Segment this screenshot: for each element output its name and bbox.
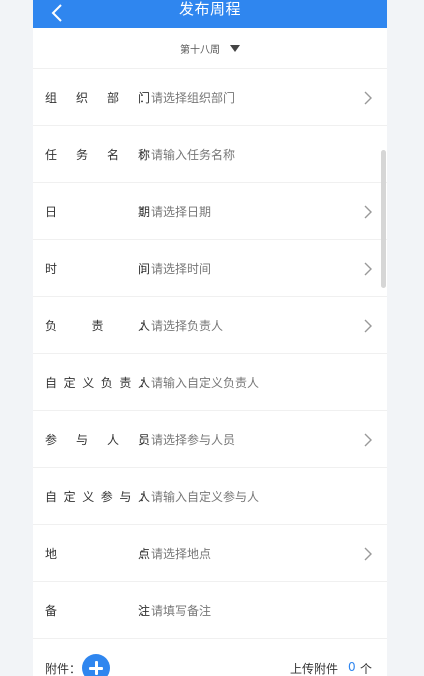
upload-count-unit: 个 (360, 662, 373, 676)
attachment-label: 附件： (45, 662, 82, 676)
field-placeholder[interactable]: 请选择日期 (151, 184, 211, 240)
field-colon: ： (139, 319, 152, 333)
field-label: 备注 (45, 583, 150, 639)
field-label-char: 时 (45, 262, 58, 276)
app-header: 发布周程 (33, 0, 387, 28)
app-screen: 发布周程 第十八周 组织部门：请选择组织部门任务名称：请输入任务名称日期：请选择… (33, 0, 387, 676)
field-label-char: 负 (45, 319, 58, 333)
field-placeholder[interactable]: 请选择参与人员 (151, 412, 235, 468)
form-row[interactable]: 组织部门：请选择组织部门 (33, 70, 387, 126)
field-colon: ： (139, 376, 152, 390)
form-row[interactable]: 参与人员：请选择参与人员 (33, 412, 387, 468)
field-label: 参与人员 (45, 412, 150, 468)
field-placeholder[interactable]: 请输入自定义负责人 (151, 355, 259, 411)
field-label-char: 与 (119, 490, 132, 504)
field-label-char: 定 (63, 490, 76, 504)
field-label: 任务名称 (45, 127, 150, 183)
field-colon: ： (139, 262, 152, 276)
field-label-char: 义 (82, 376, 95, 390)
form-row[interactable]: 日期：请选择日期 (33, 184, 387, 240)
field-label-char: 部 (106, 91, 119, 105)
field-label-char: 参 (45, 433, 58, 447)
form-row[interactable]: 自定义参与人：请输入自定义参与人 (33, 469, 387, 525)
field-label: 自定义参与人 (45, 469, 150, 525)
week-selector[interactable]: 第十八周 (33, 28, 387, 69)
field-label-char: 与 (75, 433, 88, 447)
form-row[interactable]: 地点：请选择地点 (33, 526, 387, 582)
field-label-char: 参 (100, 490, 113, 504)
chevron-right-icon (364, 319, 372, 333)
field-label: 组织部门 (45, 70, 150, 126)
field-placeholder[interactable]: 请填写备注 (151, 583, 211, 639)
field-colon: ： (139, 205, 152, 219)
chevron-right-icon (364, 262, 372, 276)
field-label-char: 责 (91, 319, 104, 333)
form-row[interactable]: 备注：请填写备注 (33, 583, 387, 639)
field-label-char: 名 (106, 148, 119, 162)
field-label-char: 织 (75, 91, 88, 105)
field-placeholder[interactable]: 请输入自定义参与人 (151, 469, 259, 525)
chevron-right-icon (364, 91, 372, 105)
field-label-char: 备 (45, 604, 58, 618)
field-label: 时间 (45, 241, 150, 297)
field-label: 负责人 (45, 298, 150, 354)
chevron-right-icon (364, 205, 372, 219)
field-label-char: 责 (119, 376, 132, 390)
chevron-right-icon (364, 433, 372, 447)
field-label-char: 务 (75, 148, 88, 162)
field-placeholder[interactable]: 请选择时间 (151, 241, 211, 297)
field-label-char: 自 (45, 376, 58, 390)
field-colon: ： (139, 433, 152, 447)
attachment-footer: 附件： 上传附件 0 个 (33, 640, 387, 676)
form-row[interactable]: 时间：请选择时间 (33, 241, 387, 297)
field-label-char: 自 (45, 490, 58, 504)
upload-attachment-label: 上传附件 (290, 662, 339, 676)
form-row[interactable]: 负责人：请选择负责人 (33, 298, 387, 354)
upload-count: 0 (348, 660, 356, 674)
field-label-char: 组 (45, 91, 58, 105)
field-label-char: 人 (106, 433, 119, 447)
field-label-char: 任 (45, 148, 58, 162)
field-label-char: 日 (45, 205, 58, 219)
field-placeholder[interactable]: 请选择地点 (151, 526, 211, 582)
field-label: 日期 (45, 184, 150, 240)
field-label-char: 定 (63, 376, 76, 390)
field-colon: ： (139, 547, 152, 561)
field-placeholder[interactable]: 请选择负责人 (151, 298, 223, 354)
field-label-char: 义 (82, 490, 95, 504)
field-label-char: 负 (100, 376, 113, 390)
field-label: 地点 (45, 526, 150, 582)
add-attachment-plus-icon[interactable] (82, 654, 110, 676)
page-title: 发布周程 (178, 0, 241, 18)
field-label-char: 地 (45, 547, 58, 561)
field-label: 自定义负责人 (45, 355, 150, 411)
field-placeholder[interactable]: 请选择组织部门 (151, 70, 235, 126)
field-placeholder[interactable]: 请输入任务名称 (151, 127, 235, 183)
chevron-right-icon (364, 547, 372, 561)
field-colon: ： (139, 91, 152, 105)
scrollbar[interactable] (381, 150, 386, 288)
caret-down-icon (230, 44, 240, 52)
field-colon: ： (139, 490, 152, 504)
form-row[interactable]: 自定义负责人：请输入自定义负责人 (33, 355, 387, 411)
field-colon: ： (139, 148, 152, 162)
week-label: 第十八周 (180, 44, 220, 56)
field-colon: ： (139, 604, 152, 618)
form-row[interactable]: 任务名称：请输入任务名称 (33, 127, 387, 183)
